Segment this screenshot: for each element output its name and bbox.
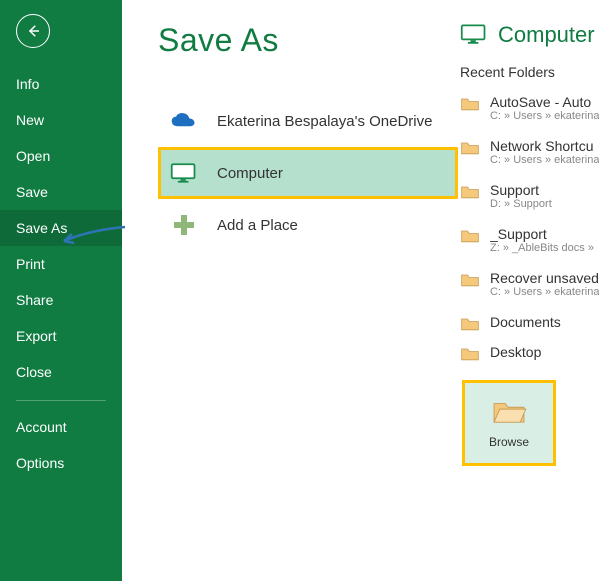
sidebar-item-options[interactable]: Options (0, 445, 122, 481)
folder-icon (460, 346, 480, 362)
location-label: Add a Place (217, 217, 298, 234)
cloud-icon (169, 109, 199, 133)
sidebar-item-export[interactable]: Export (0, 318, 122, 354)
folder-name: Desktop (490, 344, 541, 360)
recent-folder[interactable]: SupportD: » Support (460, 176, 611, 220)
location-add-place[interactable]: Add a Place (158, 199, 458, 251)
folder-icon (460, 316, 480, 332)
folder-icon (460, 228, 480, 244)
browse-button[interactable]: Browse (462, 380, 556, 466)
back-arrow-icon (24, 22, 42, 40)
folder-path: D: » Support (490, 198, 552, 210)
folder-name: Support (490, 182, 552, 198)
page-title: Save As (158, 22, 458, 59)
recent-folder[interactable]: AutoSave - AutoC: » Users » ekaterina (460, 88, 611, 132)
folder-name: Recover unsaved (490, 270, 599, 286)
folder-icon (460, 96, 480, 112)
folder-icon (460, 184, 480, 200)
folder-path: C: » Users » ekaterina (490, 154, 599, 166)
sidebar-item-print[interactable]: Print (0, 246, 122, 282)
folder-icon (460, 140, 480, 156)
backstage-sidebar: Info New Open Save Save As Print Share E… (0, 0, 122, 581)
folder-name: AutoSave - Auto (490, 94, 599, 110)
folder-name: _Support (490, 226, 594, 242)
location-onedrive[interactable]: Ekaterina Bespalaya's OneDrive (158, 95, 458, 147)
location-computer[interactable]: Computer (158, 147, 458, 199)
folder-open-icon (490, 397, 528, 425)
monitor-icon (169, 161, 199, 185)
recent-folders-list: AutoSave - AutoC: » Users » ekaterina Ne… (460, 88, 611, 368)
recent-folder[interactable]: _SupportZ: » _AbleBits docs » (460, 220, 611, 264)
sidebar-item-new[interactable]: New (0, 102, 122, 138)
main-pane: Save As Ekaterina Bespalaya's OneDrive C… (122, 0, 611, 581)
recent-folder[interactable]: Recover unsavedC: » Users » ekaterina (460, 264, 611, 308)
folder-name: Network Shortcu (490, 138, 599, 154)
recent-folder[interactable]: Desktop (460, 338, 611, 368)
recent-folders-heading: Recent Folders (460, 64, 611, 80)
back-button[interactable] (16, 14, 50, 48)
sidebar-item-account[interactable]: Account (0, 409, 122, 445)
location-label: Ekaterina Bespalaya's OneDrive (217, 113, 432, 130)
sidebar-separator (16, 400, 106, 401)
browse-label: Browse (489, 435, 529, 449)
monitor-icon (460, 23, 488, 47)
folder-name: Documents (490, 314, 561, 330)
sidebar-item-open[interactable]: Open (0, 138, 122, 174)
plus-icon (169, 213, 199, 237)
sidebar-item-save[interactable]: Save (0, 174, 122, 210)
folder-path: Z: » _AbleBits docs » (490, 242, 594, 254)
sidebar-item-close[interactable]: Close (0, 354, 122, 390)
location-label: Computer (217, 165, 283, 182)
right-pane-title: Computer (498, 22, 595, 48)
folder-path: C: » Users » ekaterina (490, 110, 599, 122)
recent-folder[interactable]: Documents (460, 308, 611, 338)
sidebar-item-share[interactable]: Share (0, 282, 122, 318)
folder-path: C: » Users » ekaterina (490, 286, 599, 298)
sidebar-item-info[interactable]: Info (0, 66, 122, 102)
folder-icon (460, 272, 480, 288)
right-pane: Computer Recent Folders AutoSave - AutoC… (458, 22, 611, 581)
sidebar-item-save-as[interactable]: Save As (0, 210, 122, 246)
recent-folder[interactable]: Network ShortcuC: » Users » ekaterina (460, 132, 611, 176)
location-list: Save As Ekaterina Bespalaya's OneDrive C… (158, 22, 458, 581)
